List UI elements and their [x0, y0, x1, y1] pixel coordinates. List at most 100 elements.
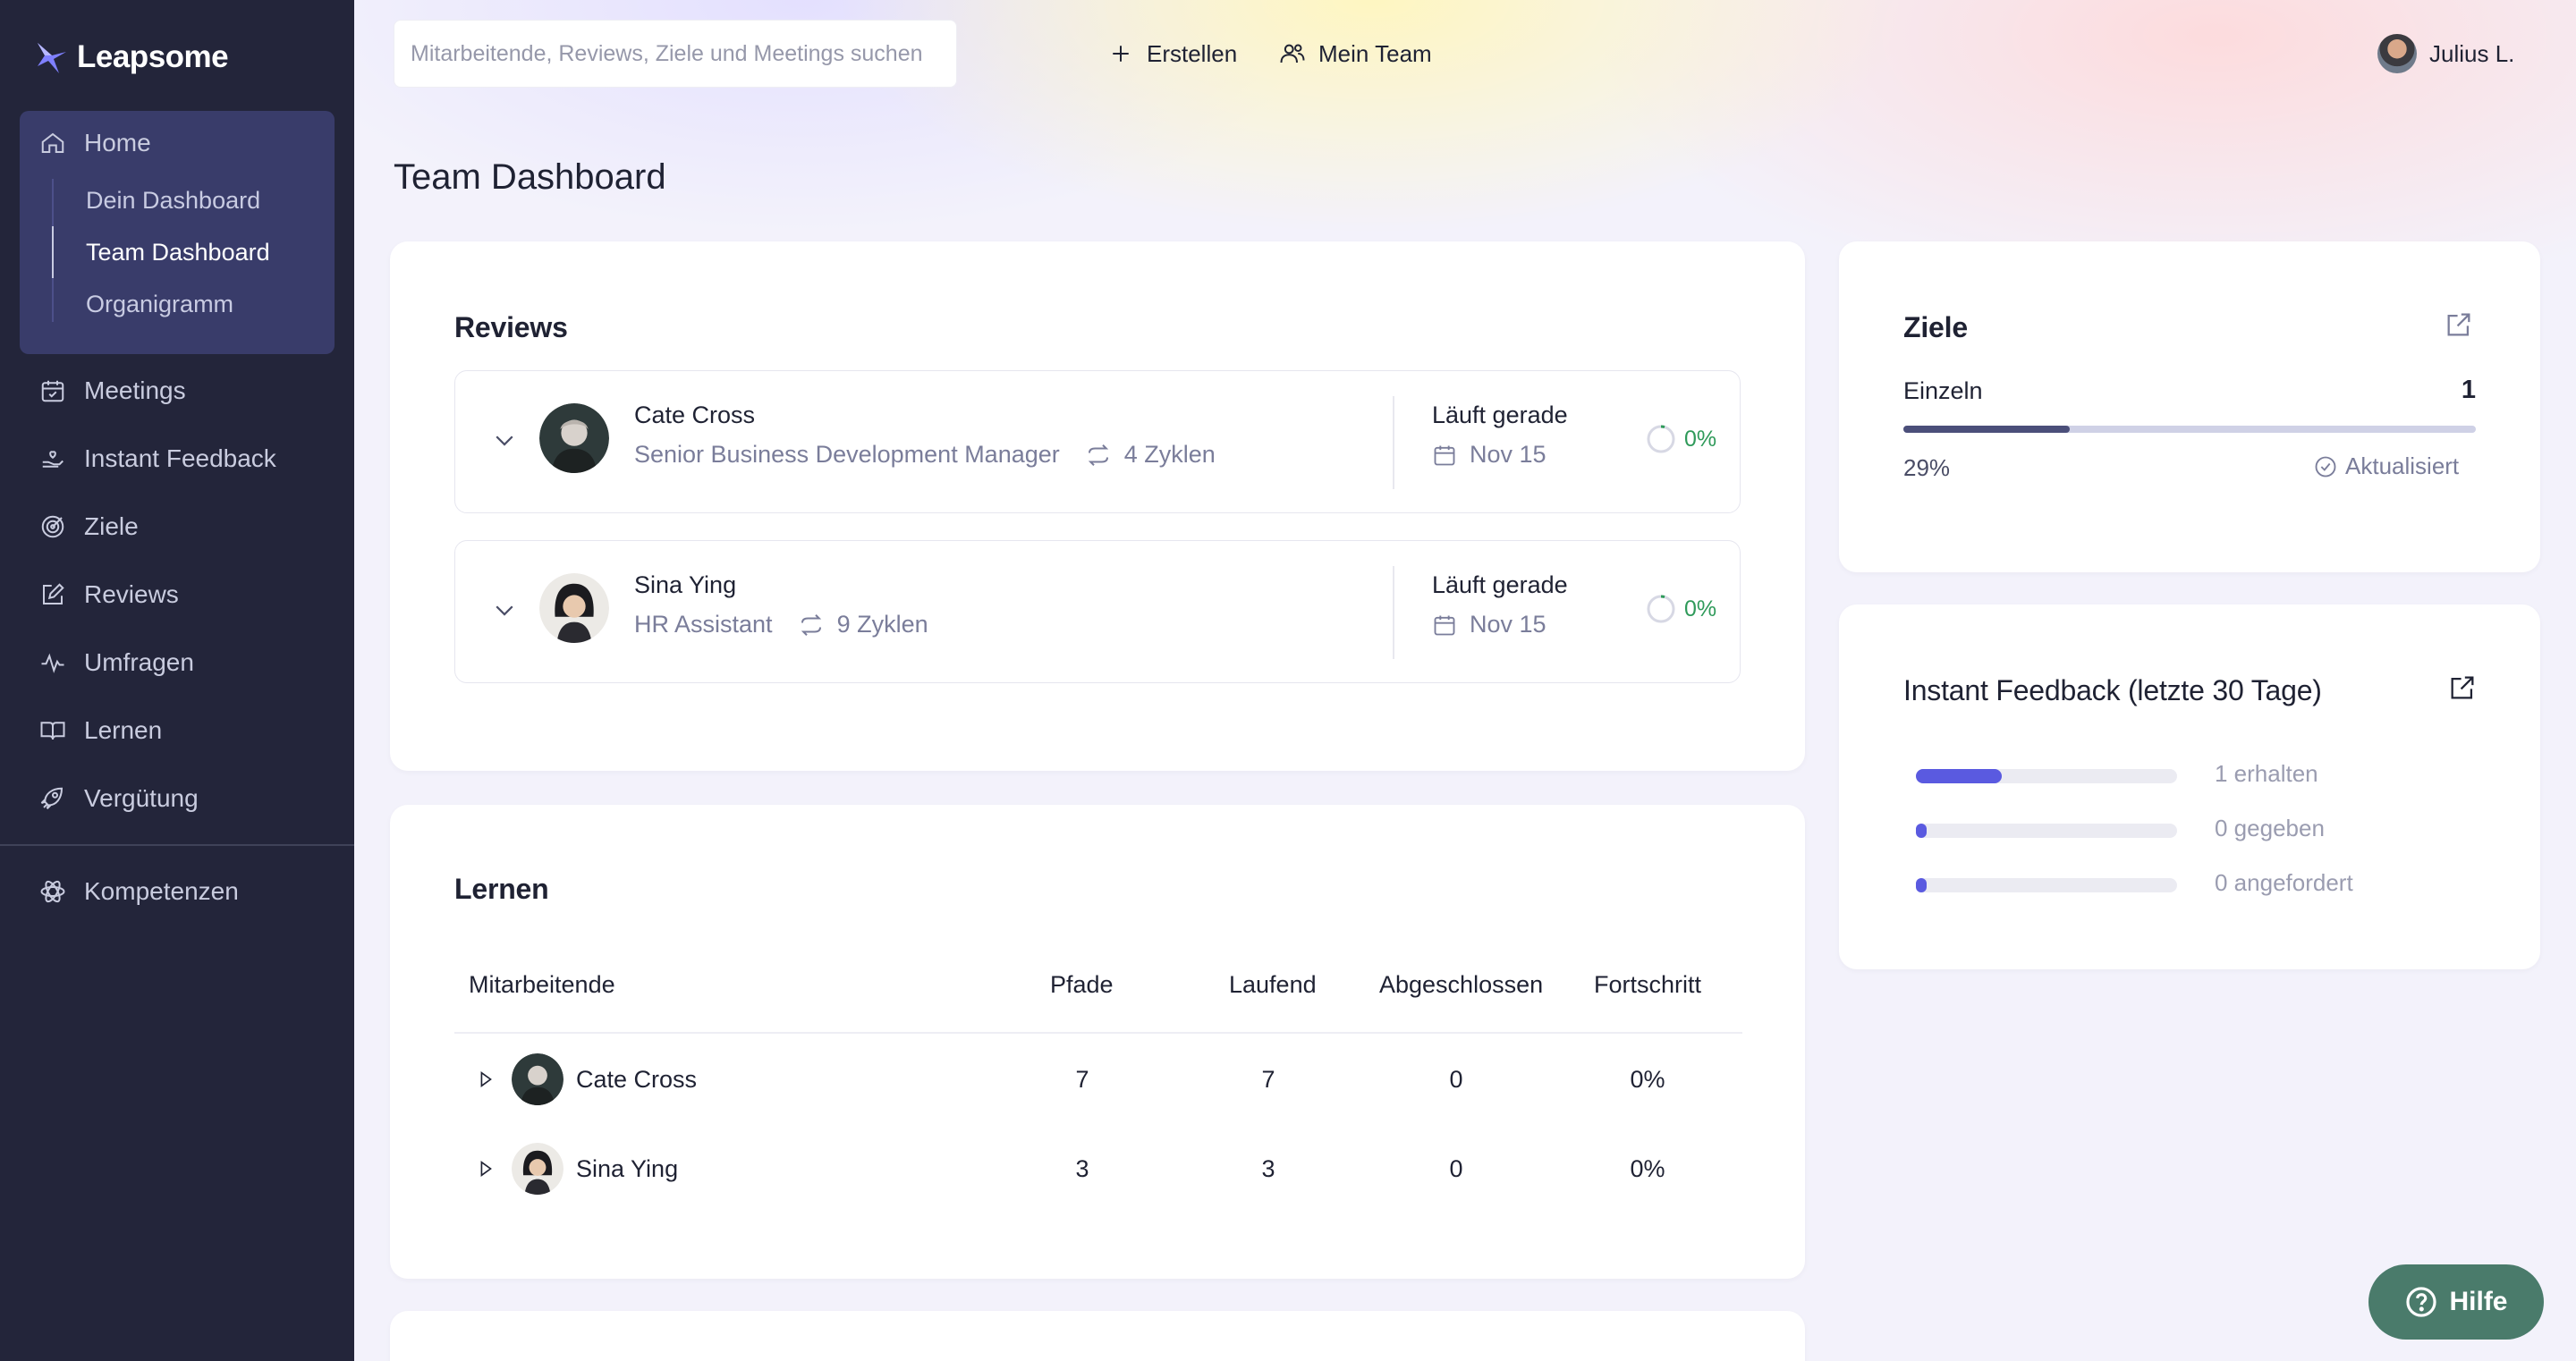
repeat-icon [801, 613, 821, 636]
sidebar-item-umfragen[interactable]: Umfragen [39, 640, 335, 685]
learning-ongoing: 7 [1261, 1066, 1275, 1093]
sidebar-item-label: Lernen [84, 716, 163, 744]
sidebar-item-kompetenzen[interactable]: Kompetenzen [39, 869, 335, 914]
review-progress: 0% [1645, 423, 1716, 455]
expand-triangle-icon[interactable] [476, 1159, 496, 1179]
user-avatar [2377, 34, 2417, 73]
feedback-row-given: 0 gegeben [1916, 811, 2453, 847]
column-header-paths[interactable]: Pfade [1050, 971, 1114, 999]
page-title: Team Dashboard [394, 157, 666, 197]
expand-triangle-icon[interactable] [476, 1069, 496, 1089]
goals-percent: 29% [1903, 454, 1951, 481]
global-search[interactable] [394, 20, 957, 88]
sidebar-item-verguetung[interactable]: Vergütung [39, 776, 335, 821]
goals-title: Ziele [1903, 311, 1968, 343]
calendar-icon [1434, 445, 1455, 465]
review-progress: 0% [1645, 593, 1716, 625]
activity-icon [41, 653, 64, 673]
brand-name: Leapsome [77, 39, 229, 74]
sidebar-item-label: Kompetenzen [84, 877, 239, 905]
column-header-progress[interactable]: Fortschritt [1594, 971, 1701, 999]
create-button[interactable]: Erstellen [1107, 32, 1237, 75]
column-header-ongoing[interactable]: Laufend [1229, 971, 1317, 999]
edit-square-icon [43, 583, 64, 604]
goals-count: 1 [2461, 376, 2476, 404]
help-label: Hilfe [2449, 1287, 2508, 1316]
review-progress-value: 0% [1684, 426, 1717, 452]
help-circle-icon [2406, 1287, 2437, 1317]
learning-paths: 7 [1075, 1066, 1089, 1093]
review-employee-name: Sina Ying [634, 571, 737, 598]
learning-paths: 3 [1075, 1155, 1089, 1182]
learning-card [390, 805, 1805, 1279]
sidebar-item-label: Ziele [84, 512, 139, 540]
instant-feedback-card: Instant Feedback (letzte 30 Tage) 1 erha… [1839, 604, 2540, 969]
plus-icon [1113, 46, 1129, 62]
learning-completed: 0 [1449, 1066, 1463, 1093]
learning-progress: 0% [1630, 1155, 1665, 1182]
feedback-bar-fill [1916, 769, 2003, 783]
sidebar-item-label: Umfragen [84, 648, 194, 676]
brand-logo[interactable]: Leapsome [36, 36, 229, 79]
next-card-partial [390, 1311, 1805, 1361]
hand-heart-icon [42, 451, 64, 468]
review-date: Nov 15 [1432, 611, 1546, 638]
learning-title: Lernen [454, 873, 549, 905]
review-row[interactable]: Cate Cross Senior Business Development M… [454, 370, 1741, 513]
main-content: Erstellen Mein Team Julius L. Team Dashb… [354, 0, 2576, 1361]
goals-updated: Aktualisiert [2313, 452, 2459, 480]
sidebar-divider [0, 844, 354, 846]
sidebar-item-instant-feedback[interactable]: Instant Feedback [39, 436, 335, 481]
user-menu[interactable]: Julius L. [2377, 32, 2514, 75]
external-link-icon[interactable] [2447, 672, 2478, 703]
column-header-completed[interactable]: Abgeschlossen [1379, 971, 1543, 999]
review-progress-value: 0% [1684, 596, 1717, 621]
external-link-icon[interactable] [2444, 309, 2474, 340]
sidebar-subitem-team-dashboard[interactable]: Team Dashboard [86, 234, 270, 270]
my-team-button[interactable]: Mein Team [1279, 32, 1432, 75]
column-header-employees[interactable]: Mitarbeitende [469, 971, 615, 999]
feedback-bar [1916, 824, 2177, 838]
sidebar-item-home[interactable]: Home [39, 121, 335, 165]
progress-ring-icon [1647, 595, 1675, 623]
sidebar-item-meetings[interactable]: Meetings [39, 368, 335, 413]
feedback-row-requested: 0 angefordert [1916, 866, 2453, 901]
review-date-text: Nov 15 [1470, 441, 1546, 468]
feedback-label: 0 gegeben [2215, 815, 2325, 841]
chevron-down-icon[interactable] [491, 427, 518, 453]
chevron-down-icon[interactable] [491, 596, 518, 623]
sidebar-subitem-dein-dashboard[interactable]: Dein Dashboard [86, 182, 260, 218]
review-divider [1393, 396, 1394, 489]
sidebar-item-lernen[interactable]: Lernen [39, 708, 335, 753]
sidebar-item-label: Home [84, 129, 151, 156]
sidebar: Leapsome Home Dein Dashboard Team Dashbo… [0, 0, 354, 1361]
calendar-icon [1434, 615, 1455, 635]
help-button[interactable]: Hilfe [2368, 1264, 2544, 1340]
review-status: Läuft gerade [1432, 571, 1568, 598]
feedback-bar-fill [1916, 824, 1927, 838]
avatar [539, 403, 609, 473]
check-circle-icon [2315, 456, 2336, 477]
review-meta: HR Assistant 9 Zyklen [634, 611, 928, 638]
avatar [512, 1143, 564, 1195]
review-date: Nov 15 [1432, 441, 1546, 469]
subnav-active-indicator [52, 226, 54, 278]
sidebar-subitem-organigramm[interactable]: Organigramm [86, 286, 233, 322]
learning-employee-name[interactable]: Cate Cross [576, 1066, 697, 1094]
table-header-divider [454, 1032, 1742, 1034]
review-date-text: Nov 15 [1470, 611, 1546, 638]
sidebar-item-reviews[interactable]: Reviews [39, 572, 335, 617]
search-input[interactable] [411, 40, 940, 67]
reviews-card: Reviews Cate Cross Senior Business Devel… [390, 241, 1805, 771]
goals-progress-fill [1903, 426, 2070, 433]
review-employee-role: Senior Business Development Manager [634, 441, 1060, 468]
sidebar-item-ziele[interactable]: Ziele [39, 504, 335, 549]
review-row[interactable]: Sina Ying HR Assistant 9 Zyklen Läuft ge… [454, 540, 1741, 683]
calendar-check-icon [41, 380, 64, 402]
learning-employee-name[interactable]: Sina Ying [576, 1155, 678, 1183]
sidebar-item-label: Reviews [84, 580, 179, 608]
learning-progress: 0% [1630, 1066, 1665, 1093]
feedback-bar [1916, 769, 2177, 783]
goals-card: Ziele Einzeln 1 29% Aktualisiert [1839, 241, 2540, 572]
rocket-icon [40, 787, 64, 809]
